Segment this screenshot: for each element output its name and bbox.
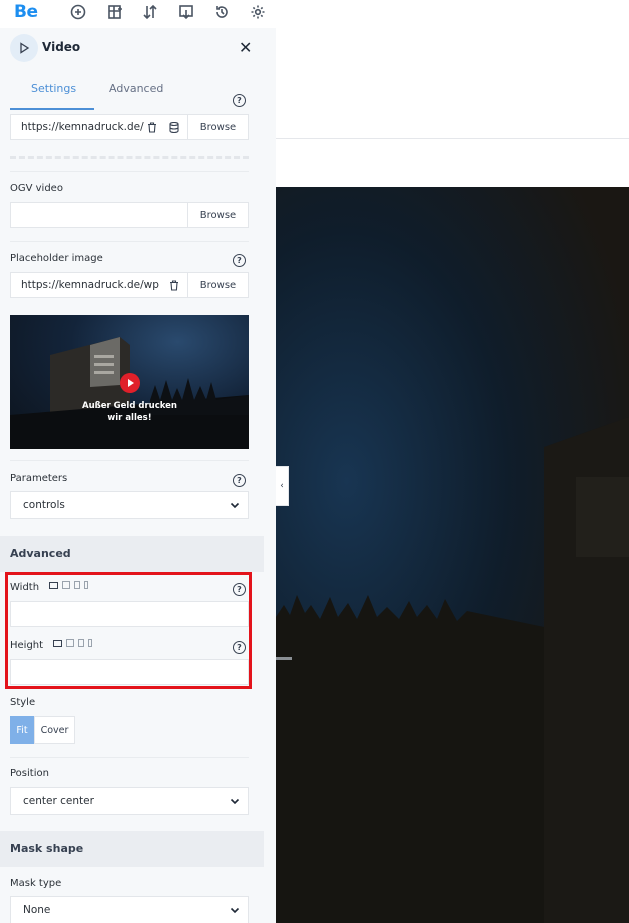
preview-caption-line1: Außer Geld drucken	[82, 401, 177, 411]
advanced-section-header[interactable]: Advanced	[0, 536, 264, 572]
mask-type-label: Mask type	[10, 878, 62, 889]
ogv-video-row: Browse	[10, 202, 249, 228]
ogv-browse-button[interactable]: Browse	[188, 202, 249, 228]
divider	[10, 241, 249, 242]
mp4-video-input[interactable]: https://kemnadruck.de/	[10, 114, 188, 140]
settings-tabs: Settings Advanced ?	[0, 72, 276, 112]
canvas-divider	[276, 138, 629, 139]
placeholder-image-row: https://kemnadruck.de/wp Browse	[10, 272, 249, 298]
style-cover-option[interactable]: Cover	[34, 716, 75, 744]
video-element-icon	[10, 34, 38, 62]
add-circle-icon[interactable]	[69, 3, 87, 21]
builder-logo[interactable]: Be	[14, 2, 38, 22]
parameters-select[interactable]: controls	[10, 491, 249, 519]
history-icon[interactable]	[213, 3, 231, 21]
close-icon[interactable]: ✕	[239, 38, 252, 57]
play-button-overlay	[120, 373, 140, 393]
chevron-down-icon	[230, 502, 240, 509]
element-settings-panel: Video ✕ Settings Advanced ? https://kemn…	[0, 28, 276, 923]
active-tab-indicator	[10, 108, 94, 110]
divider	[10, 757, 249, 758]
divider	[10, 156, 249, 159]
mp4-video-row: https://kemnadruck.de/ Browse	[10, 114, 249, 140]
page-canvas[interactable]	[276, 28, 629, 923]
preview-caption-line2: wir alles!	[107, 413, 152, 423]
panel-header: Video ✕	[0, 28, 276, 68]
help-icon[interactable]: ?	[233, 254, 246, 267]
top-toolbar: Be	[0, 0, 629, 28]
database-icon[interactable]	[169, 122, 179, 133]
help-icon[interactable]: ?	[233, 474, 246, 487]
style-label: Style	[10, 697, 36, 708]
divider	[10, 171, 249, 172]
trash-icon[interactable]	[169, 280, 179, 291]
highlight-box	[5, 572, 252, 689]
help-icon[interactable]: ?	[233, 94, 246, 107]
building-night-photo	[276, 417, 629, 923]
panel-title: Video	[42, 40, 81, 54]
mask-type-select[interactable]: None	[10, 896, 249, 923]
mp4-video-value: https://kemnadruck.de/	[21, 121, 144, 133]
sort-icon[interactable]	[141, 3, 159, 21]
ogv-video-input[interactable]	[10, 202, 188, 228]
placeholder-image-input[interactable]: https://kemnadruck.de/wp	[10, 272, 188, 298]
export-icon[interactable]	[177, 3, 195, 21]
position-select[interactable]: center center	[10, 787, 249, 815]
mask-shape-section-header[interactable]: Mask shape	[0, 831, 264, 867]
video-preview-frame[interactable]	[276, 187, 629, 923]
style-segmented-control: Fit Cover	[10, 716, 75, 744]
trash-icon[interactable]	[147, 122, 157, 133]
placeholder-browse-button[interactable]: Browse	[188, 272, 249, 298]
placeholder-image-value: https://kemnadruck.de/wp	[21, 279, 159, 291]
tab-advanced[interactable]: Advanced	[109, 82, 163, 95]
grid-add-icon[interactable]	[106, 3, 124, 21]
tab-settings[interactable]: Settings	[31, 82, 76, 95]
ogv-video-label: OGV video	[10, 183, 63, 194]
mp4-browse-button[interactable]: Browse	[188, 114, 249, 140]
placeholder-image-preview: Außer Geld drucken wir alles!	[10, 315, 249, 449]
chevron-down-icon	[230, 798, 240, 805]
gear-icon[interactable]	[249, 3, 267, 21]
placeholder-image-label: Placeholder image	[10, 253, 103, 264]
style-fit-option[interactable]: Fit	[10, 716, 34, 744]
parameters-label: Parameters	[10, 473, 68, 484]
collapse-panel-button[interactable]: ‹	[276, 466, 289, 506]
chevron-down-icon	[230, 907, 240, 914]
position-label: Position	[10, 768, 49, 779]
divider	[10, 460, 249, 461]
